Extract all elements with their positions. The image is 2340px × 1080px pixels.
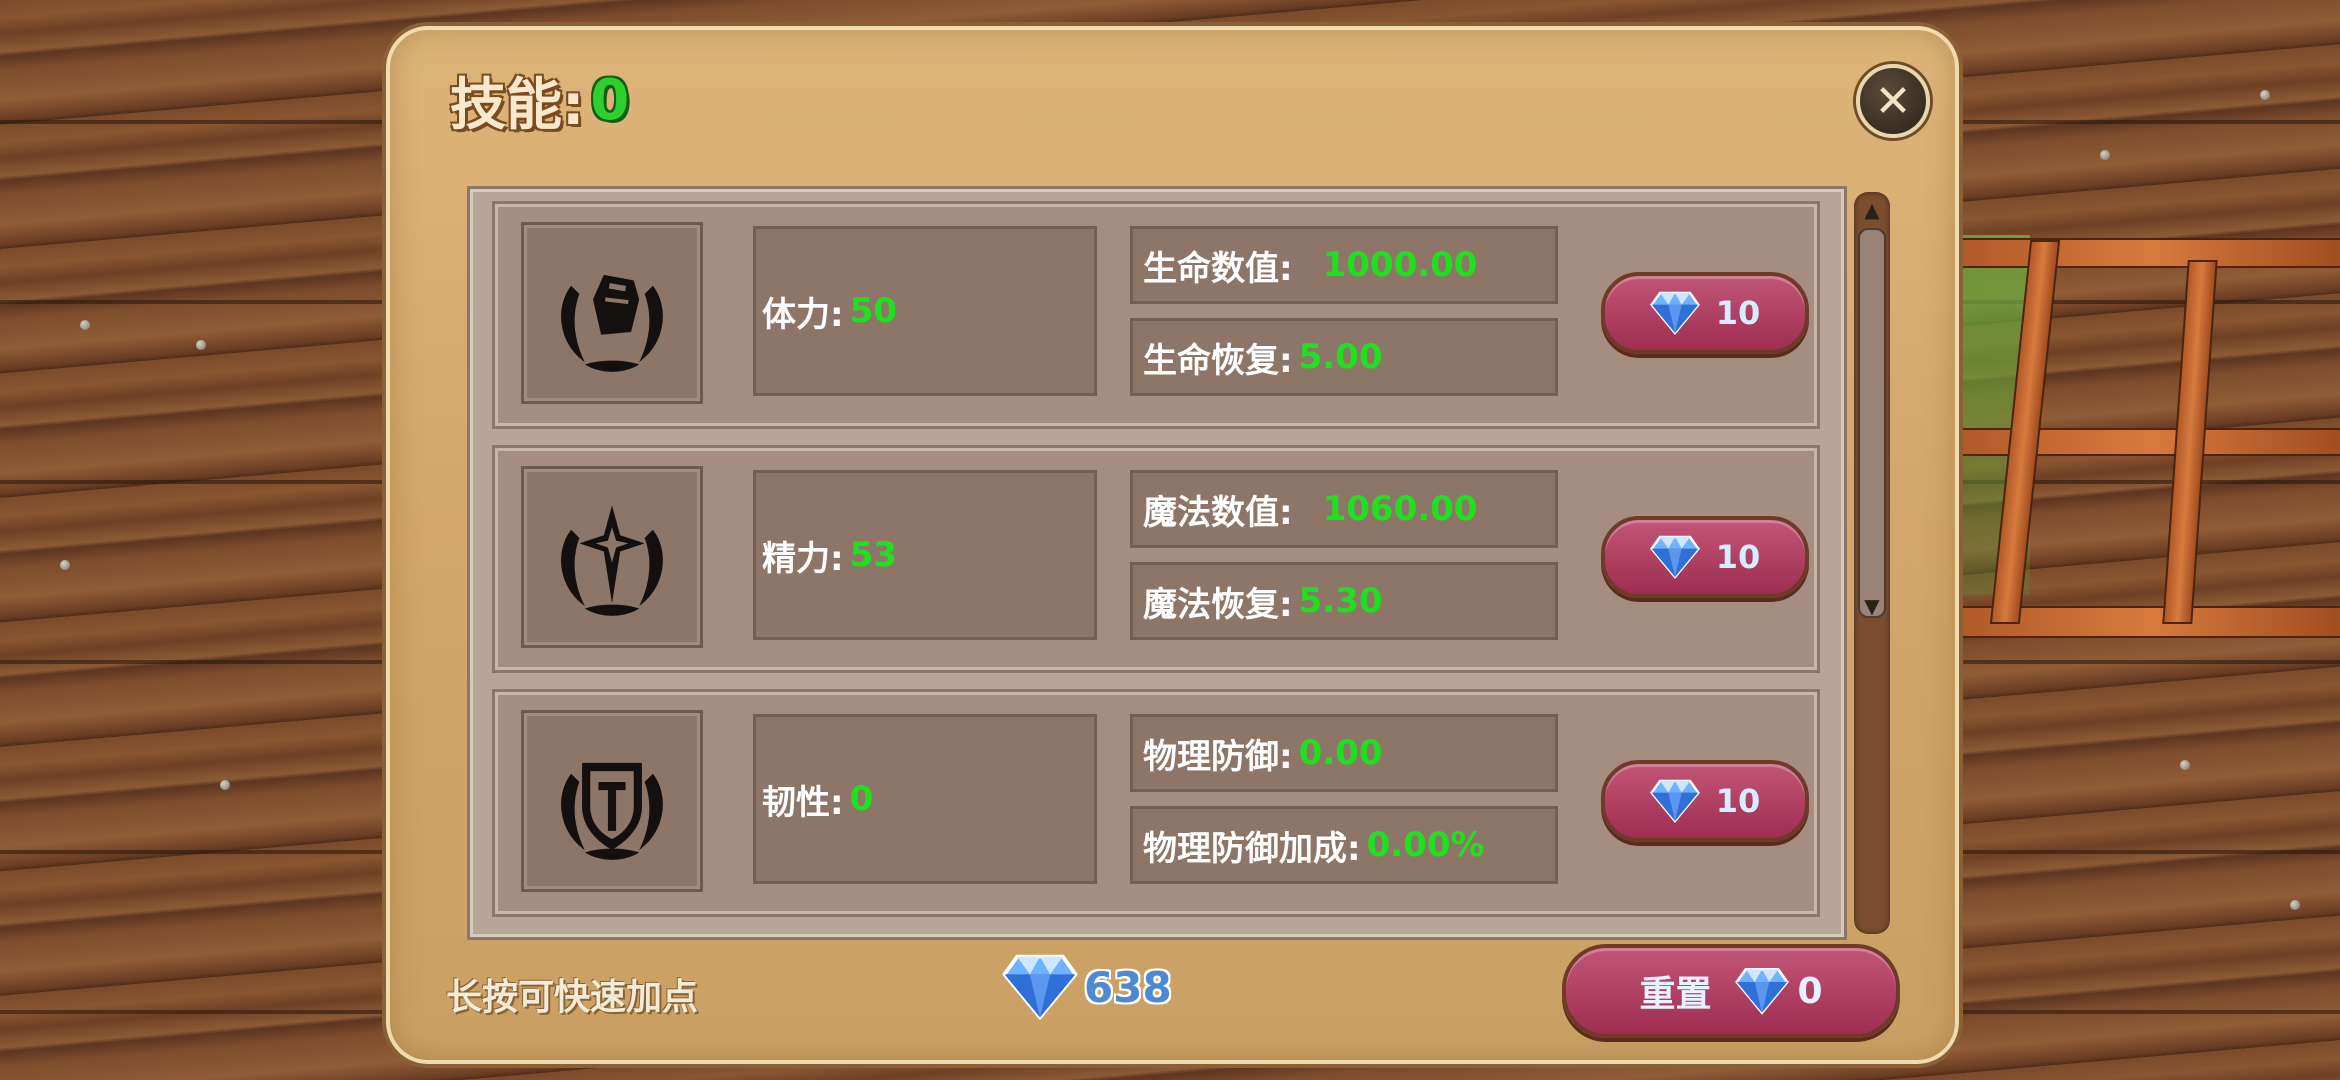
scroll-thumb[interactable]: [1858, 228, 1886, 618]
upgrade-button-energy[interactable]: 10: [1601, 516, 1809, 598]
attribute-label: 精力:: [762, 538, 844, 579]
panel-title-label: 技能:: [450, 72, 585, 138]
attribute-value: 50: [849, 291, 897, 331]
fist-emblem-icon: [561, 274, 663, 372]
stat-box: 生命数值: 1000.00: [1130, 226, 1558, 304]
upgrade-cost: 10: [1715, 538, 1761, 576]
diamond-icon: [1649, 779, 1700, 823]
diamond-icon: [1735, 968, 1790, 1015]
attribute-box: 精力: 53: [753, 470, 1097, 640]
upgrade-button-stamina[interactable]: 10: [1601, 272, 1809, 354]
attribute-label: 体力:: [762, 294, 844, 335]
stat-value: 5.30: [1298, 581, 1383, 621]
stat-box: 物理防御加成: 0.00%: [1130, 806, 1558, 884]
skill-icon-frame: [521, 466, 703, 648]
close-icon: ✕: [1874, 75, 1912, 127]
reset-button[interactable]: 重置 0: [1562, 944, 1900, 1038]
rivet: [2180, 760, 2190, 770]
rivet: [60, 560, 70, 570]
attribute-value: 53: [849, 535, 897, 575]
rivet: [2290, 900, 2300, 910]
rivet: [2100, 150, 2110, 160]
stat-box: 魔法数值: 1060.00: [1130, 470, 1558, 548]
reset-cost-value: 0: [1797, 970, 1823, 1012]
stat-box: 魔法恢复: 5.30: [1130, 562, 1558, 640]
scroll-up-icon[interactable]: ▲: [1862, 200, 1882, 220]
reset-label: 重置: [1639, 974, 1712, 1015]
stat-label: 生命恢复:: [1143, 340, 1293, 381]
attribute-box: 韧性: 0: [753, 714, 1097, 884]
crate-frame-bar: [1960, 238, 2340, 268]
stat-label: 物理防御:: [1143, 736, 1293, 777]
rivet: [80, 320, 90, 330]
stat-value: 1000.00: [1322, 245, 1478, 285]
skill-icon-frame: [521, 710, 703, 892]
scrollbar[interactable]: ▲ ▼: [1854, 192, 1890, 934]
attribute-value: 0: [849, 779, 874, 819]
rivet: [220, 780, 230, 790]
upgrade-button-toughness[interactable]: 10: [1601, 760, 1809, 842]
long-press-hint: 长按可快速加点: [446, 977, 699, 1018]
stat-label: 生命数值:: [1143, 248, 1293, 289]
game-scene: 技能: 0 ✕ 体力: 50 生命数值: 1000.00 生命恢复: 5.00 …: [0, 0, 2340, 1080]
skill-panel: 技能: 0 ✕ 体力: 50 生命数值: 1000.00 生命恢复: 5.00 …: [386, 26, 1959, 1064]
upgrade-cost: 10: [1715, 782, 1761, 820]
diamond-icon: [1002, 954, 1078, 1020]
skill-points-value: 0: [590, 67, 630, 133]
skill-icon-frame: [521, 222, 703, 404]
diamond-icon: [1649, 535, 1700, 579]
skill-list[interactable]: 体力: 50 生命数值: 1000.00 生命恢复: 5.00 10 精力: 5…: [467, 186, 1847, 940]
skill-row-energy: 精力: 53 魔法数值: 1060.00 魔法恢复: 5.30 10: [492, 445, 1820, 673]
gem-balance-value: 638: [1084, 962, 1172, 1012]
shield-emblem-icon: [561, 762, 663, 860]
stat-value: 0.00%: [1366, 825, 1485, 865]
rivet: [2260, 90, 2270, 100]
stat-value: 1060.00: [1322, 489, 1478, 529]
stat-label: 魔法数值:: [1143, 492, 1293, 533]
skill-row-toughness: 韧性: 0 物理防御: 0.00 物理防御加成: 0.00% 10: [492, 689, 1820, 917]
rivet: [196, 340, 206, 350]
reset-cost: 0: [1735, 967, 1823, 1015]
close-button[interactable]: ✕: [1856, 64, 1930, 138]
attribute-box: 体力: 50: [753, 226, 1097, 396]
skill-row-stamina: 体力: 50 生命数值: 1000.00 生命恢复: 5.00 10: [492, 201, 1820, 429]
stat-box: 生命恢复: 5.00: [1130, 318, 1558, 396]
stat-label: 物理防御加成:: [1143, 828, 1361, 869]
stat-label: 魔法恢复:: [1143, 584, 1293, 625]
panel-title: 技能: 0: [450, 60, 629, 140]
attribute-label: 韧性:: [762, 782, 844, 823]
star-emblem-icon: [561, 505, 663, 616]
gem-balance: 638: [1002, 954, 1172, 1020]
stat-value: 0.00: [1298, 733, 1383, 773]
stat-value: 5.00: [1298, 337, 1383, 377]
scroll-down-icon[interactable]: ▼: [1862, 596, 1882, 616]
stat-box: 物理防御: 0.00: [1130, 714, 1558, 792]
upgrade-cost: 10: [1715, 294, 1761, 332]
diamond-icon: [1649, 291, 1700, 335]
